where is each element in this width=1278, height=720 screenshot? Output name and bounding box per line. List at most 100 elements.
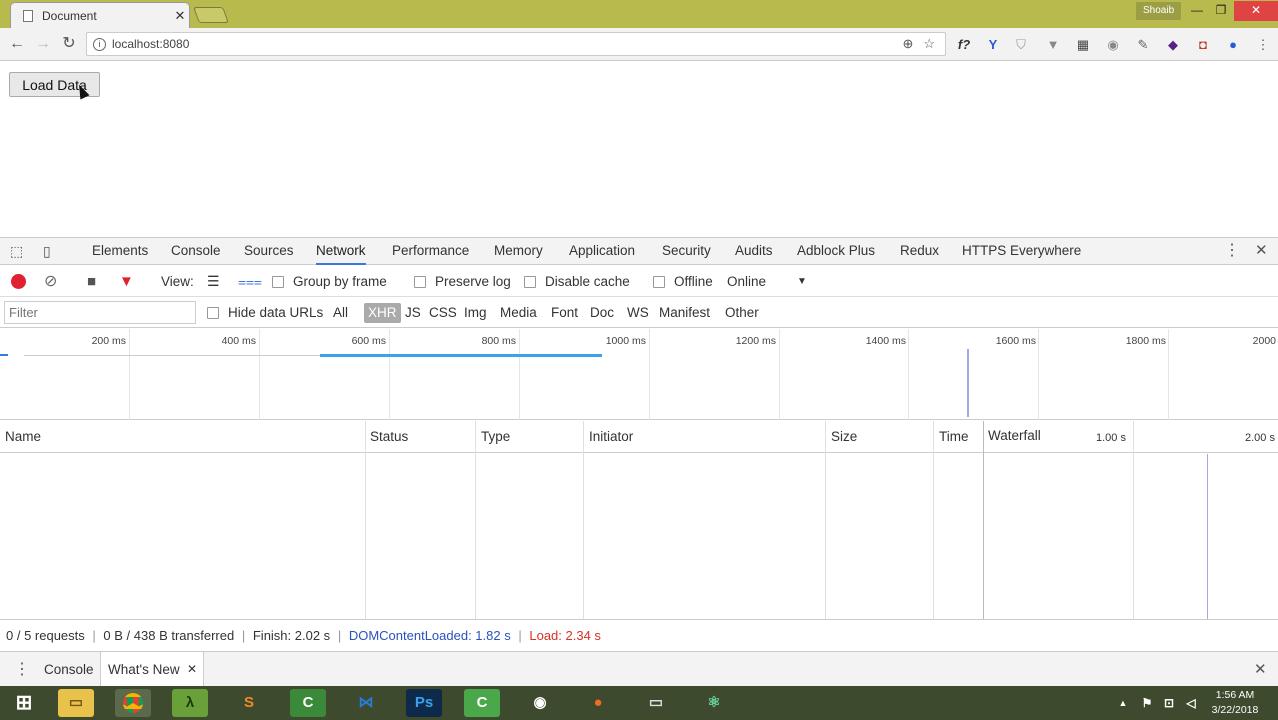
grid-extension-icon[interactable]: ▦	[1074, 36, 1092, 54]
tab-adblock-plus[interactable]: Adblock Plus	[797, 238, 875, 265]
network-icon[interactable]: ⊡	[1160, 689, 1178, 717]
device-toolbar-icon[interactable]: ▯	[43, 238, 51, 265]
record-icon[interactable]	[11, 266, 26, 297]
filter-js[interactable]: JS	[405, 298, 421, 328]
lambda-app-icon[interactable]: λ	[172, 689, 208, 717]
filter-input[interactable]	[4, 301, 196, 324]
camera-extension-icon[interactable]: ◉	[1104, 36, 1122, 54]
purple-extension-icon[interactable]: ◆	[1164, 36, 1182, 54]
column-status[interactable]: Status	[365, 421, 408, 453]
devtools-close-icon[interactable]: ✕	[1255, 238, 1268, 265]
atom-icon[interactable]: ⚛	[696, 689, 732, 717]
file-explorer-icon[interactable]: ▭	[58, 689, 94, 717]
drawer-tab-whats-new[interactable]: What's New ✕	[100, 652, 204, 687]
column-name[interactable]: Name	[0, 421, 41, 453]
pocket-extension-icon[interactable]: ◘	[1194, 36, 1212, 54]
filter-media[interactable]: Media	[500, 298, 537, 328]
blue-extension-icon[interactable]: ●	[1224, 36, 1242, 54]
tray-flag-icon[interactable]: ⚑	[1138, 689, 1156, 717]
tab-https-everywhere[interactable]: HTTPS Everywhere	[962, 238, 1081, 265]
info-icon[interactable]: i	[93, 37, 106, 51]
window-close-icon[interactable]: ✕	[1234, 1, 1278, 21]
devtools-menu-icon[interactable]: ⋮	[1224, 238, 1240, 265]
tab-redux[interactable]: Redux	[900, 238, 939, 265]
filter-ws[interactable]: WS	[627, 298, 649, 328]
disable-cache-checkbox[interactable]: Disable cache	[524, 266, 630, 297]
column-waterfall[interactable]: Waterfall	[983, 421, 1041, 453]
tab-close-icon[interactable]: ✕	[171, 8, 189, 24]
camtasia-recorder-icon[interactable]: C	[464, 689, 500, 717]
column-divider	[365, 421, 366, 619]
drawer-close-icon[interactable]: ✕	[1254, 652, 1267, 687]
tab-network[interactable]: Network	[316, 238, 366, 265]
filter-img[interactable]: Img	[464, 298, 487, 328]
forward-icon[interactable]: →	[32, 33, 54, 55]
hide-data-urls-checkbox[interactable]: Hide data URLs	[207, 298, 323, 328]
browser-tab[interactable]: Document ✕	[10, 2, 190, 28]
tab-sources[interactable]: Sources	[244, 238, 294, 265]
windows-start-icon[interactable]: ⊞	[6, 689, 42, 717]
menu-icon[interactable]: ⋮	[1254, 36, 1272, 54]
vue-extension-icon[interactable]: Y	[984, 36, 1002, 54]
bookmark-star-icon[interactable]: ☆	[923, 36, 935, 52]
filter-icon[interactable]: ▼	[119, 266, 134, 297]
vscode-icon[interactable]: ⋈	[348, 689, 384, 717]
volume-icon[interactable]: ◁	[1182, 689, 1200, 717]
large-rows-icon[interactable]: ☰	[207, 266, 220, 297]
tab-elements[interactable]: Elements	[92, 238, 148, 265]
filter-xhr[interactable]: XHR	[364, 303, 401, 323]
photoshop-icon[interactable]: Ps	[406, 689, 442, 717]
tab-memory[interactable]: Memory	[494, 238, 543, 265]
firefox-icon[interactable]: ●	[580, 689, 616, 717]
hide-data-urls-label: Hide data URLs	[228, 305, 324, 320]
clear-icon[interactable]: ⊘	[44, 266, 57, 297]
overview-gridline	[129, 329, 130, 420]
github-icon[interactable]: ◉	[522, 689, 558, 717]
back-icon[interactable]: ←	[6, 33, 28, 55]
capture-screenshots-icon[interactable]: ■	[87, 266, 96, 297]
tab-console[interactable]: Console	[171, 238, 221, 265]
column-type[interactable]: Type	[476, 421, 510, 453]
tab-performance[interactable]: Performance	[392, 238, 469, 265]
inspect-element-icon[interactable]: ⬚	[10, 238, 23, 265]
sublime-text-icon[interactable]: S	[231, 689, 267, 717]
restore-icon[interactable]: ❐	[1208, 1, 1234, 21]
drawer-tab-console[interactable]: Console	[44, 652, 94, 687]
new-tab-button[interactable]	[193, 7, 229, 23]
vuejs-devtools-icon[interactable]: ▼	[1044, 36, 1062, 54]
profile-button[interactable]: Shoaib	[1136, 2, 1182, 20]
camtasia-icon[interactable]: C	[290, 689, 326, 717]
shield-extension-icon[interactable]: ⛉	[1012, 36, 1030, 54]
filter-all[interactable]: All	[333, 298, 348, 328]
minimize-icon[interactable]: —	[1184, 1, 1210, 21]
eyedropper-extension-icon[interactable]: ✎	[1134, 36, 1152, 54]
filter-css[interactable]: CSS	[429, 298, 457, 328]
drawer-menu-icon[interactable]: ⋮	[14, 652, 30, 687]
filter-manifest[interactable]: Manifest	[659, 298, 710, 328]
zoom-icon[interactable]: ⊕	[902, 36, 913, 52]
tab-audits[interactable]: Audits	[735, 238, 773, 265]
system-clock[interactable]: 1:56 AM 3/22/2018	[1200, 688, 1270, 718]
group-by-frame-checkbox[interactable]: Group by frame	[272, 266, 387, 297]
overview-tick: 400 ms	[221, 335, 256, 347]
filter-other[interactable]: Other	[725, 298, 759, 328]
address-bar[interactable]: i localhost:8080 ⊕ ☆	[86, 32, 946, 56]
tab-security[interactable]: Security	[662, 238, 711, 265]
drawer-tab-close-icon[interactable]: ✕	[187, 652, 197, 687]
chrome-icon[interactable]	[115, 689, 151, 717]
column-initiator[interactable]: Initiator	[584, 421, 633, 453]
preserve-log-checkbox[interactable]: Preserve log	[414, 266, 511, 297]
throttling-select[interactable]: Online ▼	[727, 266, 812, 297]
reload-icon[interactable]: ↻	[58, 33, 80, 55]
overview-gridline	[779, 329, 780, 420]
window-app-icon[interactable]: ▭	[638, 689, 674, 717]
tray-chevron-icon[interactable]: ▲	[1116, 689, 1130, 717]
filter-doc[interactable]: Doc	[590, 298, 614, 328]
fn-extension-icon[interactable]: f?	[955, 36, 973, 54]
column-time[interactable]: Time	[934, 421, 969, 453]
column-size[interactable]: Size	[826, 421, 857, 453]
tab-application[interactable]: Application	[569, 238, 635, 265]
offline-checkbox[interactable]: Offline	[653, 266, 713, 297]
overview-icon[interactable]: ⩶	[238, 266, 262, 297]
filter-font[interactable]: Font	[551, 298, 578, 328]
